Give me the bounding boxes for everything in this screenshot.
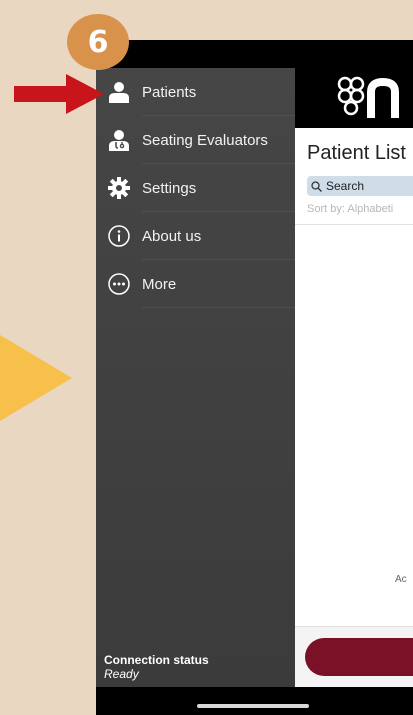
side-drawer: Patients Seating Evaluators Settings Abo… [96,68,295,687]
menu-item-label: More [142,275,177,293]
connection-status: Connection status Ready [104,653,209,681]
step-number-badge: 6 [67,14,129,70]
app-logo [337,76,399,118]
user-icon [108,81,130,103]
menu-item-label: Settings [142,179,197,197]
primary-action-button[interactable] [305,638,413,676]
doctor-icon [108,129,130,151]
bottom-bar [295,626,413,689]
menu-item-label: About us [142,227,202,245]
search-input[interactable]: Search [307,176,413,196]
search-icon [311,180,322,192]
menu-item-more[interactable]: More [96,260,295,308]
divider [295,224,413,225]
partial-text: Ac [395,574,407,585]
patient-list-screen: Patient List Search Sort by: Alphabeti A… [295,40,413,715]
home-bar-area [96,687,413,715]
app-header [295,40,413,128]
menu-item-settings[interactable]: Settings [96,164,295,212]
menu-item-seating-evaluators[interactable]: Seating Evaluators [96,116,295,164]
yellow-triangle-decoration [0,335,72,421]
info-icon [108,225,130,247]
menu-item-label: Patients [142,83,197,101]
drawer-menu: Patients Seating Evaluators Settings Abo… [96,68,295,308]
menu-item-label: Seating Evaluators [142,131,268,149]
home-indicator[interactable] [197,704,309,708]
menu-item-patients[interactable]: Patients [96,68,295,116]
sort-label[interactable]: Sort by: Alphabeti [307,203,393,215]
red-pointer-arrow [14,74,104,114]
connection-status-value: Ready [104,667,139,681]
page-title: Patient List [307,142,406,164]
phone-screen: Patient List Search Sort by: Alphabeti A… [96,40,413,715]
connection-status-title: Connection status [104,653,209,667]
gear-icon [108,177,130,199]
more-icon [108,273,130,295]
menu-item-about-us[interactable]: About us [96,212,295,260]
search-placeholder: Search [326,179,365,193]
